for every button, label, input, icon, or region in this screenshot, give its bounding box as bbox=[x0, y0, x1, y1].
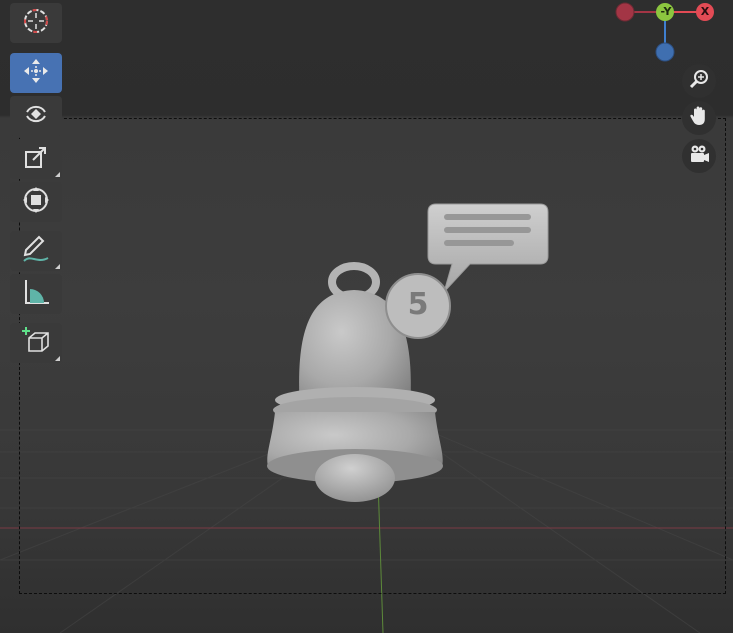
scale-tool[interactable] bbox=[10, 139, 62, 179]
move-icon bbox=[21, 56, 51, 90]
add-cube-icon bbox=[21, 326, 51, 360]
transform-tool[interactable] bbox=[10, 182, 62, 222]
cursor-icon bbox=[21, 6, 51, 40]
gizmo-z bbox=[655, 42, 675, 62]
zoom-icon bbox=[688, 68, 710, 94]
bell-model bbox=[267, 203, 549, 502]
notification-badge-number: 5 bbox=[407, 287, 429, 322]
scale-icon bbox=[21, 142, 51, 176]
3d-viewport[interactable]: 5 -Y X bbox=[0, 0, 733, 633]
rotate-tool[interactable] bbox=[10, 96, 62, 136]
pan-button[interactable] bbox=[682, 101, 716, 135]
hand-pan-icon bbox=[688, 105, 710, 131]
viewport-scene bbox=[0, 203, 733, 633]
rotate-icon bbox=[21, 99, 51, 133]
y-axis-line bbox=[377, 479, 384, 633]
cursor-tool[interactable] bbox=[10, 3, 62, 43]
move-tool[interactable] bbox=[10, 53, 62, 93]
gizmo-x-label: X bbox=[700, 5, 710, 18]
gizmo-neg-x bbox=[615, 2, 635, 22]
measure-tool[interactable] bbox=[10, 274, 62, 314]
camera-view-button[interactable] bbox=[682, 139, 716, 173]
gizmo-neg-y-label: -Y bbox=[660, 5, 672, 18]
navigation-gizmo[interactable]: -Y X bbox=[610, 0, 720, 70]
camera-icon bbox=[688, 143, 710, 169]
measure-ruler-icon bbox=[21, 277, 51, 311]
zoom-button[interactable] bbox=[682, 64, 716, 98]
annotate-pencil-icon bbox=[21, 234, 51, 268]
transform-icon bbox=[21, 185, 51, 219]
annotate-tool[interactable] bbox=[10, 231, 62, 271]
add-cube-tool[interactable] bbox=[10, 323, 62, 363]
